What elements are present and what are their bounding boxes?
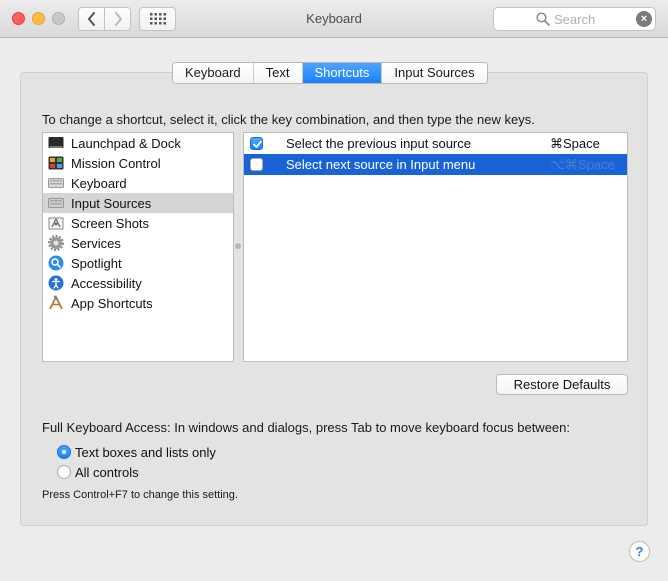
spotlight-icon [47,255,64,272]
radio-button[interactable] [57,465,71,479]
checkmark-icon [253,140,262,148]
tab-bar: Keyboard Text Shortcuts Input Sources [172,62,488,84]
split-view-handle[interactable] [235,243,241,249]
help-button[interactable]: ? [629,541,650,562]
shortcut-enabled-checkbox[interactable] [250,137,263,150]
shortcut-label: Select the previous input source [286,136,471,151]
shortcut-row[interactable]: Select next source in Input menu ⌥⌘Space [244,154,627,175]
instructions-text: To change a shortcut, select it, click t… [42,112,535,127]
mission-control-icon [47,155,64,172]
input-sources-icon [47,195,64,212]
launchpad-dock-icon [47,135,64,152]
tab-input-sources[interactable]: Input Sources [382,63,487,83]
category-label: Mission Control [71,155,161,171]
screen-shots-icon [47,215,64,232]
category-label: Screen Shots [71,215,150,231]
keyboard-icon [47,175,64,192]
category-label: Keyboard [71,175,127,191]
category-spotlight[interactable]: Spotlight [43,253,233,273]
category-label: Input Sources [71,195,152,211]
shortcut-list[interactable]: Select the previous input source ⌘Space … [243,132,628,362]
shortcut-enabled-checkbox[interactable] [250,158,263,171]
shortcut-key[interactable]: ⌘Space [550,136,600,152]
category-app-shortcuts[interactable]: App Shortcuts [43,293,233,313]
radio-label: All controls [75,464,139,480]
category-screen-shots[interactable]: Screen Shots [43,213,233,233]
tab-shortcuts[interactable]: Shortcuts [302,63,383,83]
gear-icon [47,235,64,252]
category-label: App Shortcuts [71,295,153,311]
radio-text-boxes[interactable]: Text boxes and lists only [57,443,216,461]
search-icon [536,12,550,26]
restore-defaults-button[interactable]: Restore Defaults [496,374,628,395]
search-placeholder: Search [554,12,596,27]
accessibility-icon [47,275,64,292]
title-bar: Keyboard Search × [0,0,668,38]
shortcut-row[interactable]: Select the previous input source ⌘Space [244,133,627,154]
shortcut-label: Select next source in Input menu [286,157,476,172]
search-input[interactable]: Search × [493,7,656,31]
category-list[interactable]: Launchpad & Dock Mission Control Keyboar… [42,132,234,362]
shortcut-key[interactable]: ⌥⌘Space [550,157,615,173]
full-keyboard-access-label: Full Keyboard Access: In windows and dia… [42,420,570,435]
tab-text[interactable]: Text [253,63,303,83]
category-input-sources[interactable]: Input Sources [43,193,233,213]
radio-button[interactable] [57,445,71,459]
app-shortcuts-icon [47,295,64,312]
category-label: Accessibility [71,275,142,291]
category-launchpad-dock[interactable]: Launchpad & Dock [43,133,233,153]
category-services[interactable]: Services [43,233,233,253]
category-mission-control[interactable]: Mission Control [43,153,233,173]
tab-keyboard[interactable]: Keyboard [173,63,254,83]
keyboard-access-note: Press Control+F7 to change this setting. [42,489,238,501]
radio-label: Text boxes and lists only [75,444,216,460]
category-keyboard[interactable]: Keyboard [43,173,233,193]
category-label: Services [71,235,121,251]
radio-all-controls[interactable]: All controls [57,463,139,481]
category-label: Launchpad & Dock [71,135,181,151]
category-accessibility[interactable]: Accessibility [43,273,233,293]
clear-search-icon[interactable]: × [636,11,652,27]
category-label: Spotlight [71,255,122,271]
